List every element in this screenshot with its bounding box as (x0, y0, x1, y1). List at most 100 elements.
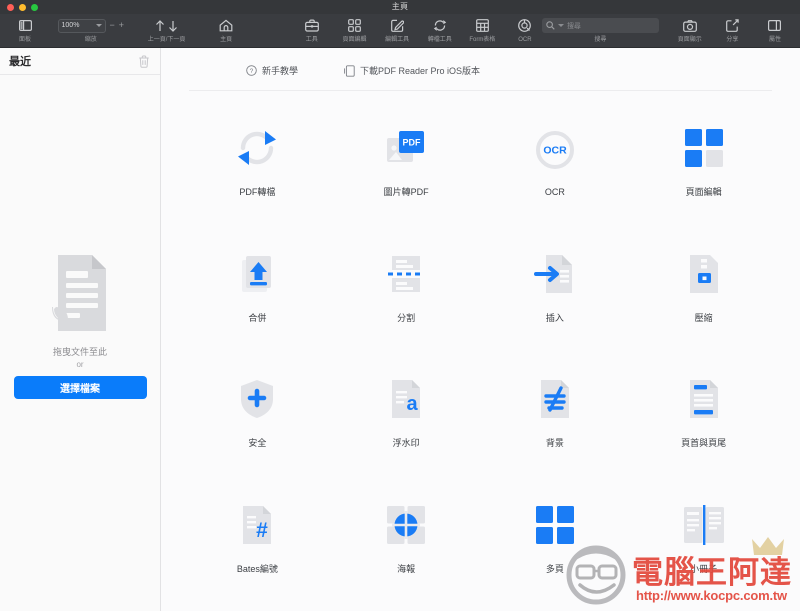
toolbar-item-panel[interactable]: 面板 (8, 17, 42, 44)
toolbar-label-edit-tools: 編輯工具 (385, 37, 410, 43)
quick-link-tutorial-label: 新手教學 (262, 66, 299, 76)
tool-insert[interactable]: 插入 (481, 225, 630, 351)
quick-link-tutorial[interactable]: ? 新手教學 (246, 64, 298, 77)
tool-header-footer[interactable]: 頁首與頁尾 (629, 350, 778, 476)
tool-multipage[interactable]: 多頁 (481, 476, 630, 602)
tools-grid: PDF轉檔 PDF 圖片轉PDF OCR OCR 頁面編輯 合併 分割 插入 壓… (161, 91, 800, 611)
tool-poster[interactable]: 海報 (332, 476, 481, 602)
dropzone-label: 拖曳文件至此 (52, 347, 107, 357)
tool-page-edit[interactable]: 頁面編輯 (629, 99, 778, 225)
background-icon (532, 376, 578, 422)
svg-text:#: # (257, 519, 269, 542)
home-icon (219, 17, 233, 34)
quick-link-download-ios[interactable]: 下載PDF Reader Pro iOS版本 (344, 64, 480, 77)
tool-label: 頁面編輯 (685, 187, 722, 198)
zoom-in-button[interactable]: + (119, 21, 124, 30)
tool-label: 海報 (397, 563, 416, 574)
booklet-icon (681, 502, 727, 548)
toolbar-item-zoom: 100% − + 縮放 (57, 17, 124, 44)
tool-label: OCR (544, 186, 565, 197)
watermark-a-icon: a (383, 376, 429, 422)
toolbar-item-home[interactable]: 主頁 (209, 17, 243, 44)
tool-background[interactable]: 背景 (481, 350, 630, 476)
window-title: 主頁 (391, 2, 409, 11)
toolbar-item-page-edit[interactable]: 頁面編輯 (337, 17, 371, 44)
tool-merge[interactable]: 合併 (183, 225, 332, 351)
grid-four-icon (348, 17, 361, 34)
toolbar-label-share: 分享 (726, 37, 739, 43)
zoom-select[interactable]: 100% (57, 18, 106, 33)
toolbar-item-page-display[interactable]: 頁面顯示 (673, 17, 707, 44)
ocr-target-icon (518, 17, 532, 34)
toolbar-item-form[interactable]: Form表格 (465, 17, 499, 44)
toolbar-item-page-nav[interactable]: 上一頁/下一頁 (140, 17, 194, 44)
tool-security[interactable]: 安全 (183, 350, 332, 476)
svg-text:PDF: PDF (403, 138, 422, 148)
toolbar-item-ocr[interactable]: OCR (508, 17, 542, 44)
tool-image-to-pdf[interactable]: PDF 圖片轉PDF (332, 99, 481, 225)
search-placeholder: 搜尋 (566, 22, 581, 30)
main-content: ? 新手教學 下載PDF Reader Pro iOS版本 PDF轉檔 PDF … (161, 48, 800, 611)
tool-label: 安全 (248, 438, 267, 449)
ocr-circle-icon: OCR (532, 127, 578, 173)
toolbar-label-properties: 屬性 (768, 37, 781, 43)
tool-compress[interactable]: 壓縮 (629, 225, 778, 351)
tool-label: 多頁 (545, 563, 564, 574)
poster-circle-icon (383, 502, 429, 548)
search-chevron-icon[interactable] (557, 24, 564, 27)
quick-links: ? 新手教學 下載PDF Reader Pro iOS版本 (246, 48, 800, 77)
tool-label: PDF轉檔 (239, 187, 276, 198)
toolbar-item-search: 搜尋 搜尋 (541, 17, 659, 44)
toolbar-label-tools: 工具 (305, 37, 318, 43)
trash-icon[interactable] (138, 55, 150, 68)
split-dashed-icon (383, 251, 429, 297)
tool-bates[interactable]: # Bates編號 (183, 476, 332, 602)
tool-label: 背景 (545, 438, 564, 449)
pencil-square-icon (390, 17, 404, 34)
properties-icon (768, 17, 782, 34)
tool-label: 圖片轉PDF (383, 187, 429, 198)
tool-label: Bates編號 (236, 563, 278, 574)
toolbar-item-convert-tools[interactable]: 轉檔工具 (423, 17, 457, 44)
shield-plus-icon (234, 376, 280, 422)
compress-icon (681, 251, 727, 297)
toolbar-item-share[interactable]: 分享 (715, 17, 749, 44)
toolbar-label-page-nav: 上一頁/下一頁 (147, 37, 186, 43)
refresh-icon (433, 17, 447, 34)
chevron-down-icon (95, 24, 102, 27)
zoom-out-button[interactable]: − (110, 21, 115, 30)
hash-doc-icon: # (234, 502, 280, 548)
zoom-value: 100% (61, 22, 80, 29)
tool-watermark[interactable]: a 浮水印 (332, 350, 481, 476)
sidebar-dropzone[interactable]: 拖曳文件至此 or 選擇檔案 (0, 75, 160, 611)
app-body: 最近 拖曳文件至此 or 選擇檔案 ? 新手教學 下載PDF Reader Pr… (0, 48, 800, 611)
toolbar-label-panel: 面板 (18, 37, 31, 43)
search-icon (546, 21, 555, 30)
toolbar-label-zoom: 縮放 (84, 37, 97, 43)
svg-text:?: ? (250, 68, 254, 75)
tool-pdf-convert[interactable]: PDF轉檔 (183, 99, 332, 225)
tool-label: 合併 (248, 312, 267, 323)
sidebar-icon (18, 17, 32, 34)
toolbar-item-tools[interactable]: 工具 (295, 17, 329, 44)
tool-label: 分割 (397, 312, 416, 323)
svg-text:OCR: OCR (543, 144, 567, 156)
toolbar-item-properties[interactable]: 屬性 (758, 17, 792, 44)
tool-split[interactable]: 分割 (332, 225, 481, 351)
table-icon (475, 17, 489, 34)
tool-booklet[interactable]: 小冊子 (629, 476, 778, 602)
search-input[interactable]: 搜尋 (541, 18, 659, 33)
title-bar: 主頁 (0, 0, 800, 14)
image-pdf-icon: PDF (383, 125, 429, 171)
toolbar-item-edit-tools[interactable]: 編輯工具 (380, 17, 414, 44)
tool-label: 小冊子 (690, 563, 718, 574)
tool-label: 浮水印 (392, 438, 420, 449)
toolbar-label-page-edit: 頁面編輯 (342, 37, 367, 43)
recent-sidebar: 最近 拖曳文件至此 or 選擇檔案 (0, 48, 161, 611)
question-circle-icon: ? (246, 65, 257, 76)
tool-ocr[interactable]: OCR OCR (481, 99, 630, 225)
toolbar-label-form: Form表格 (469, 37, 496, 43)
dropzone-or: or (76, 360, 84, 369)
choose-file-button[interactable]: 選擇檔案 (13, 376, 147, 399)
four-squares-icon (681, 125, 727, 171)
